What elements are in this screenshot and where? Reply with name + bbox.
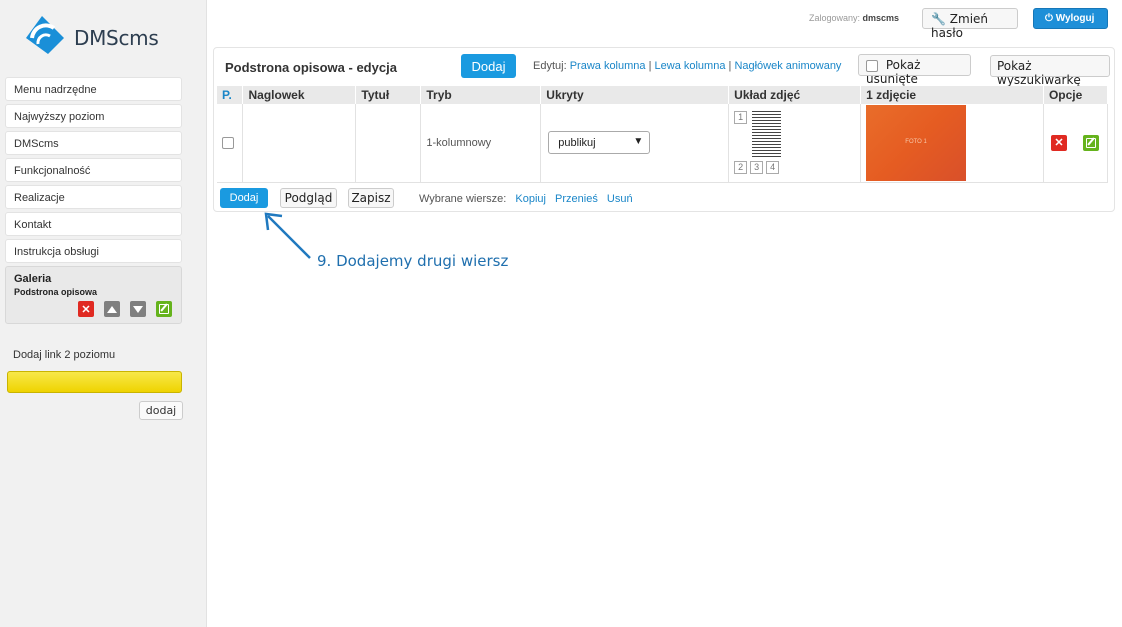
col-naglowek: Naglowek xyxy=(242,86,357,104)
dropdown-arrow-icon: ▼ xyxy=(633,136,644,148)
copy-link[interactable]: Kopiuj xyxy=(515,193,546,205)
sidebar-item-instrukcja[interactable]: Instrukcja obsługi xyxy=(5,239,182,263)
add-row-button[interactable]: Dodaj xyxy=(220,188,268,208)
page-title: Podstrona opisowa - edycja xyxy=(225,60,397,75)
link-right-column[interactable]: Prawa kolumna xyxy=(570,60,646,72)
sidebar-item-dmscms[interactable]: DMScms xyxy=(5,131,182,155)
edit-panel: Podstrona opisowa - edycja Dodaj Edytuj:… xyxy=(213,47,1115,212)
change-password-button[interactable]: 🔧 Zmień hasło xyxy=(922,8,1018,40)
add-link-label: Dodaj link 2 poziomu xyxy=(13,349,116,361)
sidebar-item-najwyzszy-poziom[interactable]: Najwyższy poziom xyxy=(5,104,182,128)
table-footer: Dodaj Podgląd Zapisz Wybrane wiersze: Ko… xyxy=(214,188,1114,212)
logged-label: Zalogowany: xyxy=(809,13,861,23)
sidebar-item-funkcjonalnosc[interactable]: Funkcjonalność xyxy=(5,158,182,182)
show-deleted-toggle[interactable]: Pokaż usunięte xyxy=(858,54,971,86)
layout-box-3: 3 xyxy=(750,160,764,174)
delete-link[interactable]: Usuń xyxy=(607,193,633,205)
annotation-text: 9. Dodajemy drugi wiersz xyxy=(317,252,509,270)
sidebar-menu: Menu nadrzędne Najwyższy poziom DMScms F… xyxy=(5,77,182,324)
edit-label: Edytuj: xyxy=(533,60,567,72)
cell-naglowek xyxy=(242,104,357,183)
col-opcje: Opcje xyxy=(1043,86,1109,104)
sidebar-item-realizacje[interactable]: Realizacje xyxy=(5,185,182,209)
row-checkbox[interactable] xyxy=(222,136,234,149)
sidebar: DMScms Menu nadrzędne Najwyższy poziom D… xyxy=(0,0,207,627)
move-link[interactable]: Przenieś xyxy=(555,193,598,205)
add-link-button[interactable]: dodaj xyxy=(139,401,183,420)
save-button[interactable]: Zapisz xyxy=(348,188,394,208)
photo-thumbnail[interactable]: FOTO 1 xyxy=(866,104,967,181)
show-search-button[interactable]: Pokaż wyszukiwarkę xyxy=(990,55,1110,87)
logout-button[interactable]: ⏻ Wyloguj xyxy=(1033,8,1108,29)
add-link-input[interactable] xyxy=(7,371,182,393)
add-row-button-top[interactable]: Dodaj xyxy=(461,54,516,78)
group-subtitle[interactable]: Podstrona opisowa xyxy=(14,287,173,297)
group-title[interactable]: Galeria xyxy=(14,273,173,285)
table-row: 1-kolumnowy publikuj ▼ 1 2 3 4 FOTO 1 ✕ xyxy=(217,104,1109,183)
delete-icon[interactable]: ✕ xyxy=(1050,134,1067,151)
col-tryb: Tryb xyxy=(420,86,542,104)
logged-in-info: Zalogowany: dmscms xyxy=(809,13,899,23)
rows-table: P. Naglowek Tytuł Tryb Ukryty Układ zdję… xyxy=(217,86,1109,183)
logo[interactable]: DMScms xyxy=(24,14,164,58)
logged-user: dmscms xyxy=(862,13,900,23)
visibility-value: publikuj xyxy=(558,137,596,150)
col-p[interactable]: P. xyxy=(217,86,244,104)
visibility-select[interactable]: publikuj ▼ xyxy=(548,131,651,155)
power-icon: ⏻ xyxy=(1045,13,1053,24)
preview-button[interactable]: Podgląd xyxy=(280,188,337,208)
photo-caption: FOTO 1 xyxy=(905,138,927,145)
col-ukryty: Ukryty xyxy=(540,86,730,104)
col-tytul: Tytuł xyxy=(355,86,422,104)
logout-label: Wyloguj xyxy=(1055,13,1095,24)
sidebar-item-kontakt[interactable]: Kontakt xyxy=(5,212,182,236)
row-options: ✕ xyxy=(1049,134,1107,151)
selected-rows-actions: Wybrane wiersze: Kopiuj Przenieś Usuń xyxy=(419,193,633,205)
layout-box-1: 1 xyxy=(734,110,748,124)
layout-box-2: 2 xyxy=(734,160,748,174)
sidebar-item-menu-nadrzedne[interactable]: Menu nadrzędne xyxy=(5,77,182,101)
edit-icon[interactable] xyxy=(156,301,172,317)
layout-thumbnail[interactable]: 1 2 3 4 xyxy=(734,110,782,175)
link-animated-header[interactable]: Nagłówek animowany xyxy=(734,60,841,72)
edit-icon[interactable] xyxy=(1082,134,1099,151)
move-up-icon[interactable] xyxy=(104,301,120,317)
text-lines-graphic xyxy=(752,110,782,157)
logo-icon xyxy=(26,16,64,54)
wrench-icon: 🔧 xyxy=(931,12,946,26)
sidebar-group-galeria: Galeria Podstrona opisowa ✕ xyxy=(5,266,182,324)
table-header: P. Naglowek Tytuł Tryb Ukryty Układ zdję… xyxy=(217,86,1109,104)
edit-links: Edytuj: Prawa kolumna | Lewa kolumna | N… xyxy=(533,60,842,72)
col-uklad-zdjec: Układ zdjęć xyxy=(728,86,862,104)
layout-box-4: 4 xyxy=(766,160,780,174)
delete-icon[interactable]: ✕ xyxy=(78,301,94,317)
col-1-zdjecie: 1 zdjęcie xyxy=(860,86,1044,104)
logo-text: DMScms xyxy=(74,26,159,50)
cell-tryb: 1-kolumnowy xyxy=(420,104,542,183)
show-deleted-checkbox[interactable] xyxy=(866,59,878,72)
group-actions: ✕ xyxy=(78,301,172,317)
cell-tytul xyxy=(355,104,422,183)
link-left-column[interactable]: Lewa kolumna xyxy=(655,60,726,72)
selected-rows-label: Wybrane wiersze: xyxy=(419,193,507,205)
move-down-icon[interactable] xyxy=(130,301,146,317)
